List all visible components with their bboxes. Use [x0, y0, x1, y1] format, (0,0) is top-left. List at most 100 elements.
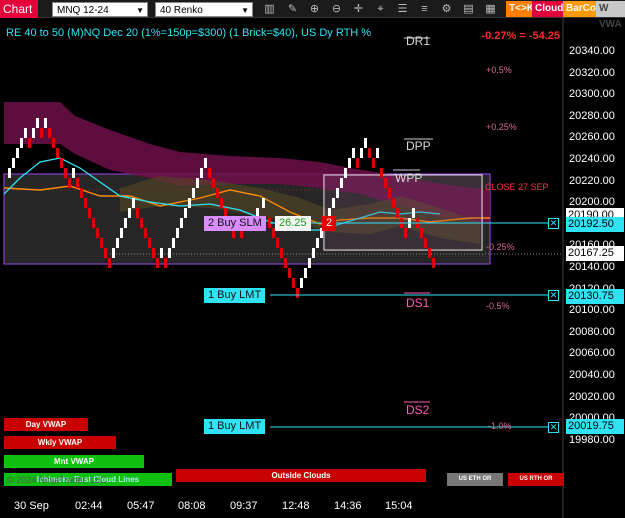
renko-brick [180, 218, 183, 228]
us-rth-or-button[interactable]: US RTH OR [508, 473, 564, 486]
price-tag-lmt2: 20019.75 [566, 419, 624, 434]
renko-brick [288, 268, 291, 278]
time-label: 15:04 [385, 500, 413, 512]
price-axis-label: 19980.00 [569, 433, 615, 446]
renko-brick [32, 128, 35, 138]
renko-brick [392, 198, 395, 208]
instrument-value: MNQ 12-24 [57, 5, 109, 16]
pct-change: -0.27% = -54.25 [481, 30, 560, 42]
price-axis-label: 20300.00 [569, 88, 615, 101]
renko-brick [292, 278, 295, 288]
renko-brick [64, 168, 67, 178]
ds2-label: DS2 [406, 403, 430, 417]
chart-trader-icon[interactable]: ▤ [461, 2, 476, 16]
ds1-label: DS1 [406, 296, 430, 310]
renko-brick [36, 118, 39, 128]
renko-brick [164, 258, 167, 268]
close-order-icon[interactable]: ✕ [548, 218, 559, 229]
renko-brick [136, 208, 139, 218]
tag-wvwap[interactable]: W VWA [596, 1, 625, 30]
dr1-label: DR1 [406, 34, 431, 48]
slm-order-price[interactable]: 26.25 [275, 216, 311, 231]
renko-brick [176, 228, 179, 238]
slm-order-label[interactable]: 2 Buy SLM [204, 216, 266, 231]
chevron-down-icon: ▼ [136, 6, 144, 15]
zoom-out-icon[interactable]: ⊖ [329, 2, 344, 16]
pencil-icon[interactable]: ✎ [285, 2, 300, 16]
slm-order-qty[interactable]: 2 [322, 216, 337, 231]
renko-brick [356, 158, 359, 168]
mnt-vwap-button[interactable]: Mnt VWAP [4, 455, 144, 468]
renko-brick [160, 248, 163, 258]
renko-brick [388, 188, 391, 198]
renko-brick [152, 248, 155, 258]
close-order-icon[interactable]: ✕ [548, 422, 559, 433]
lmt1-order-label[interactable]: 1 Buy LMT [204, 288, 266, 303]
bar-type-value: 40 Renko [160, 5, 203, 16]
renko-brick [76, 178, 79, 188]
dpp-label: DPP [406, 139, 431, 153]
renko-brick [262, 198, 265, 208]
renko-brick [116, 238, 119, 248]
price-axis-label: 20260.00 [569, 131, 615, 144]
renko-brick [100, 238, 103, 248]
tag-cloud[interactable]: Cloud [532, 1, 567, 17]
price-axis-label: 20080.00 [569, 325, 615, 338]
day-vwap-button[interactable]: Day VWAP [4, 418, 88, 431]
close-order-icon[interactable]: ✕ [548, 290, 559, 301]
renko-brick [24, 128, 27, 138]
pct-level-label: -0.25% [486, 242, 515, 252]
renko-brick [84, 198, 87, 208]
price-axis-label: 20040.00 [569, 369, 615, 381]
renko-brick [144, 228, 147, 238]
pin-icon[interactable]: ⌖ [373, 2, 388, 16]
renko-brick [424, 238, 427, 248]
renko-brick [128, 208, 131, 218]
renko-brick [280, 248, 283, 258]
renko-brick [28, 138, 31, 148]
chart-panel[interactable]: RE 40 to 50 (M)NQ Dec 20 (1%=150p=$300) … [0, 18, 625, 518]
strategies-icon[interactable]: ⚙ [439, 2, 454, 16]
us-eth-or-button[interactable]: US ETH OR [447, 473, 503, 486]
renko-brick [172, 238, 175, 248]
renko-brick [284, 258, 287, 268]
renko-brick [380, 168, 383, 178]
close-label: CLOSE 27 SEP [485, 182, 549, 192]
pct-level-label: -1.0% [488, 421, 512, 431]
pct-level-label: +0.25% [486, 122, 517, 132]
price-tag-last: 20167.25 [566, 246, 624, 261]
renko-brick [428, 248, 431, 258]
renko-brick [296, 288, 299, 298]
outside-clouds-button[interactable]: Outside Clouds [176, 469, 426, 482]
lmt2-order-label[interactable]: 1 Buy LMT [204, 419, 266, 434]
price-axis-label: 20100.00 [569, 304, 615, 317]
chart-menu-button[interactable]: Chart [0, 0, 38, 18]
renko-brick [196, 178, 199, 188]
instrument-selector[interactable]: MNQ 12-24 ▼ [52, 2, 148, 17]
data-box-icon[interactable]: ▦ [483, 2, 498, 16]
renko-brick [304, 268, 307, 278]
renko-brick [212, 178, 215, 188]
price-axis-label: 20020.00 [569, 390, 615, 403]
bar-style-icon[interactable]: ▥ [262, 2, 277, 16]
indicators-icon[interactable]: ≡ [417, 2, 432, 16]
renko-brick [340, 178, 343, 188]
renko-brick [156, 258, 159, 268]
renko-brick [220, 198, 223, 208]
renko-brick [216, 188, 219, 198]
bar-type-selector[interactable]: 40 Renko ▼ [155, 2, 253, 17]
crosshair-icon[interactable]: ✛ [351, 2, 366, 16]
zoom-in-icon[interactable]: ⊕ [307, 2, 322, 16]
renko-brick [312, 248, 315, 258]
renko-brick [184, 208, 187, 218]
time-label: 12:48 [282, 500, 310, 512]
properties-icon[interactable]: ☰ [395, 2, 410, 16]
renko-brick [204, 158, 207, 168]
price-tag-lmt1: 20130.75 [566, 289, 624, 304]
renko-brick [336, 188, 339, 198]
renko-brick [412, 208, 415, 218]
chart-toolbar: Chart MNQ 12-24 ▼ 40 Renko ▼ ▥ ✎ ⊕ ⊖ ✛ ⌖… [0, 0, 625, 30]
renko-brick [432, 258, 435, 268]
renko-brick [364, 138, 367, 148]
wkly-vwap-button[interactable]: Wkly VWAP [4, 436, 116, 449]
